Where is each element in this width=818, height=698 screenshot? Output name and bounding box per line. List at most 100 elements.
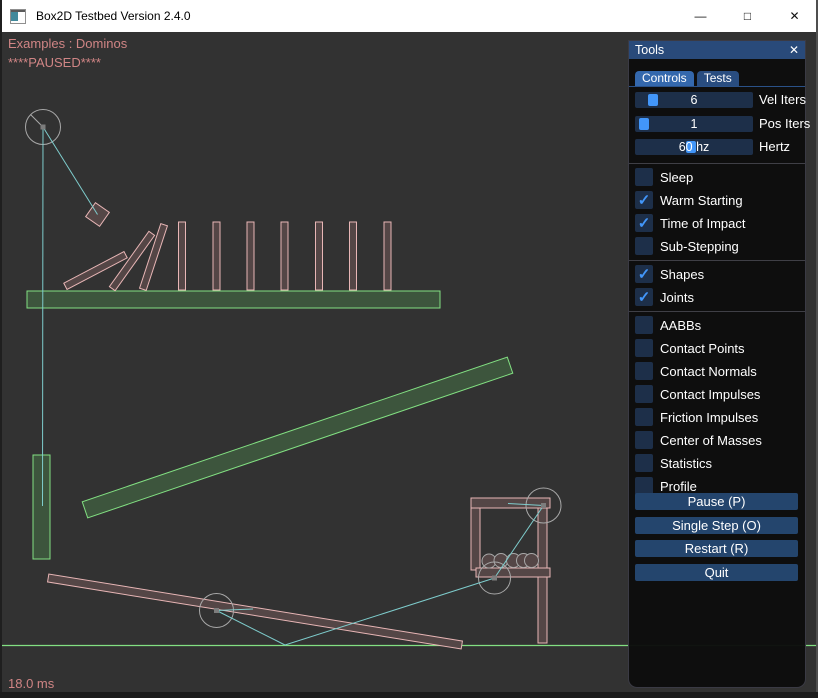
- checkbox-label: Contact Points: [660, 341, 745, 356]
- tab-tests[interactable]: Tests: [697, 71, 739, 86]
- domino-platform: [27, 291, 440, 308]
- checkbox-sub-stepping[interactable]: [635, 237, 653, 255]
- checkbox-contact-impulses[interactable]: [635, 385, 653, 403]
- checkbox-label: Friction Impulses: [660, 410, 758, 425]
- domino-standing-6: [350, 222, 357, 290]
- quit-button[interactable]: Quit: [635, 564, 798, 581]
- checkmark-icon: ✓: [638, 216, 651, 231]
- minimize-button[interactable]: —: [677, 0, 724, 32]
- slider-row-hertz: 60 hz Hertz: [635, 139, 801, 155]
- checkbox-time-of-impact[interactable]: ✓: [635, 214, 653, 232]
- frame-time-label: 18.0 ms: [8, 676, 54, 691]
- checkbox-shapes[interactable]: ✓: [635, 265, 653, 283]
- slider-vel-iters[interactable]: 6: [635, 92, 753, 108]
- tab-underline: [629, 86, 805, 87]
- checkbox-aabbs[interactable]: [635, 316, 653, 334]
- tab-controls[interactable]: Controls: [635, 71, 694, 86]
- domino-fallen-3: [140, 224, 168, 291]
- close-icon[interactable]: ✕: [789, 44, 799, 56]
- slider-value: 6: [635, 92, 753, 108]
- checkmark-icon: ✓: [638, 267, 651, 282]
- maximize-button[interactable]: □: [724, 0, 771, 32]
- window-border-bottom[interactable]: [0, 692, 818, 698]
- body-origin-marker: [492, 576, 497, 581]
- checkbox-row-contact-points[interactable]: Contact Points: [635, 339, 805, 357]
- seesaw-plank: [48, 574, 463, 649]
- frame-top-bar: [471, 498, 550, 508]
- pulley-weight-box: [33, 455, 50, 559]
- checkbox-label: Time of Impact: [660, 216, 745, 231]
- domino-standing-5: [316, 222, 323, 290]
- simulation-canvas[interactable]: Examples : Dominos ****PAUSED**** 18.0 m…: [0, 32, 818, 698]
- minimize-icon: —: [695, 9, 707, 23]
- checkbox-label: Center of Masses: [660, 433, 762, 448]
- checkbox-label: Sub-Stepping: [660, 239, 739, 254]
- tools-panel: Tools ✕ ControlsTests 6Vel Iters1Pos Ite…: [628, 40, 806, 688]
- checkbox-warm-starting[interactable]: ✓: [635, 191, 653, 209]
- slider-hertz[interactable]: 60 hz: [635, 139, 753, 155]
- separator: [629, 163, 805, 164]
- checkbox-label: Warm Starting: [660, 193, 743, 208]
- domino-standing-7: [384, 222, 391, 290]
- slider-row-vel-iters: 6Vel Iters: [635, 92, 801, 108]
- checkbox-label: AABBs: [660, 318, 701, 333]
- checkbox-row-contact-normals[interactable]: Contact Normals: [635, 362, 805, 380]
- box2d-app-icon: [10, 9, 26, 24]
- window-title: Box2D Testbed Version 2.4.0: [36, 9, 191, 23]
- checkbox-row-friction-impulses[interactable]: Friction Impulses: [635, 408, 805, 426]
- checkbox-row-joints[interactable]: ✓ Joints: [635, 288, 805, 306]
- checkbox-row-shapes[interactable]: ✓Shapes: [635, 265, 805, 283]
- slider-label: Pos Iters: [759, 116, 810, 132]
- restart-r-button[interactable]: Restart (R): [635, 540, 798, 557]
- body-origin-marker: [41, 125, 46, 130]
- checkbox-row-sleep[interactable]: Sleep: [635, 168, 805, 186]
- checkbox-statistics[interactable]: [635, 454, 653, 472]
- slider-row-pos-iters: 1Pos Iters: [635, 116, 801, 132]
- window-titlebar: Box2D Testbed Version 2.4.0 — □ ✕: [0, 0, 818, 32]
- close-button[interactable]: ✕: [771, 0, 818, 32]
- checkbox-contact-points[interactable]: [635, 339, 653, 357]
- checkbox-row-sub-stepping[interactable]: Sub-Stepping: [635, 237, 805, 255]
- slider-label: Vel Iters: [759, 92, 806, 108]
- checkbox-row-contact-impulses[interactable]: Contact Impulses: [635, 385, 805, 403]
- separator: [629, 260, 805, 261]
- close-icon: ✕: [789, 9, 799, 23]
- checkbox-label: Statistics: [660, 456, 712, 471]
- panel-buttons: Pause (P) Single Step (O) Restart (R) Quit: [635, 493, 798, 587]
- paused-status-label: ****PAUSED****: [8, 55, 101, 70]
- frame-left-post: [471, 508, 480, 570]
- checkbox-row-time-of-impact[interactable]: ✓ Time of Impact: [635, 214, 805, 232]
- single-step-o-button[interactable]: Single Step (O): [635, 517, 798, 534]
- joint-line-frame-diagonal: [495, 506, 544, 579]
- checkmark-icon: ✓: [638, 290, 651, 305]
- pause-p-button[interactable]: Pause (P): [635, 493, 798, 510]
- slider-pos-iters[interactable]: 1: [635, 116, 753, 132]
- checkbox-sleep[interactable]: [635, 168, 653, 186]
- slider-label: Hertz: [759, 139, 790, 155]
- tools-panel-title: Tools: [635, 43, 664, 57]
- checkbox-label: Contact Impulses: [660, 387, 760, 402]
- window-caption-buttons: — □ ✕: [677, 0, 818, 32]
- checkbox-row-aabbs[interactable]: AABBs: [635, 316, 805, 334]
- domino-standing-3: [247, 222, 254, 290]
- app-window: Box2D Testbed Version 2.4.0 — □ ✕: [0, 0, 818, 698]
- joint-line-pulley-box: [43, 127, 98, 215]
- slider-value: 1: [635, 116, 753, 132]
- domino-standing-4: [281, 222, 288, 290]
- checkbox-friction-impulses[interactable]: [635, 408, 653, 426]
- checkbox-label: Profile: [660, 479, 697, 494]
- shelf-ball-5: [525, 554, 539, 568]
- checkbox-row-center-of-masses[interactable]: Center of Masses: [635, 431, 805, 449]
- tilted-ramp: [82, 357, 513, 518]
- checkbox-center-of-masses[interactable]: [635, 431, 653, 449]
- tools-panel-titlebar[interactable]: Tools ✕: [629, 41, 805, 59]
- checkbox-label: Joints: [660, 290, 694, 305]
- checkbox-label: Contact Normals: [660, 364, 757, 379]
- checkmark-icon: ✓: [638, 193, 651, 208]
- checkbox-row-statistics[interactable]: Statistics: [635, 454, 805, 472]
- checkbox-row-warm-starting[interactable]: ✓ Warm Starting: [635, 191, 805, 209]
- checkbox-joints[interactable]: ✓: [635, 288, 653, 306]
- joint-line-pulley-vertical: [43, 127, 44, 506]
- checkbox-contact-normals[interactable]: [635, 362, 653, 380]
- tab-bar: ControlsTests: [635, 71, 739, 86]
